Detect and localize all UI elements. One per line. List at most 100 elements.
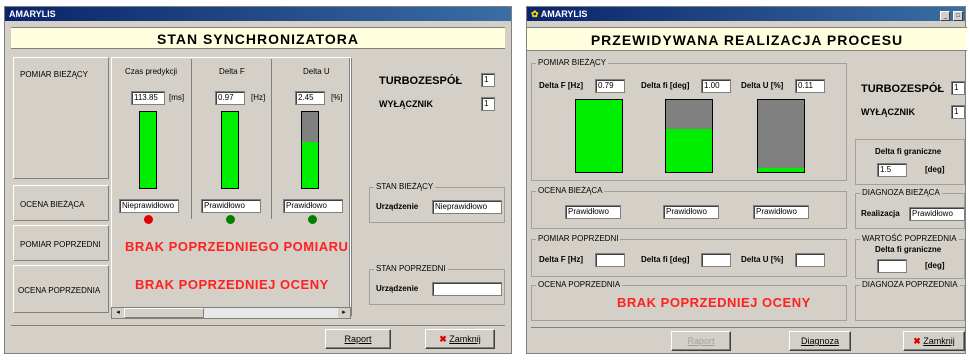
zamknij-button[interactable]: ✖ Zamknij bbox=[425, 329, 495, 349]
col2-led-icon bbox=[226, 215, 235, 224]
r-wartosc-poprzednia-title: WARTOŚĆ POPRZEDNIA bbox=[860, 234, 959, 243]
stan-poprzedni-label: Urządzenie bbox=[376, 284, 419, 293]
r-deltafi-bar bbox=[665, 99, 713, 173]
r-delta-fi-unit: [deg] bbox=[925, 165, 945, 174]
left-header: STAN SYNCHRONIZATORA bbox=[11, 27, 505, 49]
r-close-icon: ✖ bbox=[913, 336, 921, 346]
col1-label: Czas predykcji bbox=[125, 67, 178, 76]
r-zamknij-button[interactable]: ✖ Zamknij bbox=[903, 331, 965, 351]
r-diagnoza-poprzednia-group: DIAGNOZA POPRZEDNIA bbox=[855, 280, 965, 321]
brak-pomiaru-message: BRAK POPRZEDNIEGO POMIARU bbox=[125, 239, 349, 254]
r-ocena-field-3[interactable]: Prawidłowo bbox=[753, 205, 809, 219]
right-titlebar: ✿ AMARYLIS bbox=[527, 7, 965, 21]
divider bbox=[271, 59, 272, 219]
stan-biezacy-group: STAN BIEŻĄCY Urządzenie Nieprawidłowo bbox=[369, 182, 505, 223]
r-zamknij-label: Zamknij bbox=[923, 336, 955, 346]
col2-label: Delta F bbox=[219, 67, 245, 76]
ocena-biezaca-label: OCENA BIEŻĄCA bbox=[20, 200, 85, 209]
scroll-right-icon[interactable]: ▸ bbox=[338, 308, 350, 318]
col3-unit: [%] bbox=[331, 93, 343, 102]
r-prev-deltafi-label: Delta fi [deg] bbox=[641, 255, 690, 264]
r-deltau-field[interactable]: 0.11 bbox=[795, 79, 825, 93]
scroll-thumb[interactable] bbox=[124, 308, 204, 318]
r-wartosc-unit: [deg] bbox=[925, 261, 945, 270]
r-bottom-bar bbox=[531, 327, 965, 351]
r-ocena-poprzednia-title: OCENA POPRZEDNIA bbox=[536, 280, 623, 289]
col1-value[interactable]: 113.85 bbox=[131, 91, 165, 105]
col2-status[interactable]: Prawidłowo bbox=[201, 199, 261, 213]
amarylis-icon: ✿ bbox=[531, 9, 539, 19]
r-deltafi-field[interactable]: 1.00 bbox=[701, 79, 731, 93]
r-wartosc-field[interactable] bbox=[877, 259, 907, 273]
maximize-icon[interactable]: □ bbox=[953, 11, 963, 21]
ocena-poprzednia-label: OCENA POPRZEDNIA bbox=[18, 286, 101, 295]
minimize-icon[interactable]: _ bbox=[940, 11, 951, 21]
r-wartosc-label: Delta fi graniczne bbox=[875, 245, 942, 254]
col3-status[interactable]: Prawidłowo bbox=[283, 199, 343, 213]
r-ocena-field-2[interactable]: Prawidłowo bbox=[663, 205, 719, 219]
right-header: PRZEWIDYWANA REALIZACJA PROCESU bbox=[527, 27, 967, 51]
r-pomiar-poprzedni-title: POMIAR POPRZEDNI bbox=[536, 234, 621, 243]
r-realizacja-label: Realizacja bbox=[861, 209, 900, 218]
col2-value[interactable]: 0.97 bbox=[215, 91, 245, 105]
r-prev-deltaf-label: Delta F [Hz] bbox=[539, 255, 583, 264]
pomiar-poprzedni-section[interactable]: POMIAR POPRZEDNI bbox=[13, 225, 109, 261]
horizontal-scrollbar[interactable]: ◂ ▸ bbox=[111, 307, 351, 319]
ocena-poprzednia-section[interactable]: OCENA POPRZEDNIA bbox=[13, 265, 109, 313]
r-prev-deltau-field[interactable] bbox=[795, 253, 825, 267]
turbozespol-field[interactable]: 1 bbox=[481, 73, 495, 87]
r-turbozespol-label: TURBOZESPÓŁ bbox=[861, 83, 945, 95]
r-prev-deltau-label: Delta U [%] bbox=[741, 255, 784, 264]
close-icon: ✖ bbox=[439, 334, 447, 344]
divider bbox=[191, 59, 192, 219]
r-prev-deltaf-field[interactable] bbox=[595, 253, 625, 267]
pomiar-poprzedni-label: POMIAR POPRZEDNI bbox=[20, 240, 101, 249]
r-brak-oceny-message: BRAK POPRZEDNIEJ OCENY bbox=[617, 295, 811, 310]
r-delta-fi-graniczne-group bbox=[855, 139, 965, 185]
r-pomiar-biezacy-title: POMIAR BIEŻĄCY bbox=[536, 58, 609, 67]
r-raport-button[interactable]: Raport bbox=[671, 331, 731, 351]
r-delta-fi-graniczne-label: Delta fi graniczne bbox=[875, 147, 942, 156]
r-delta-fi-graniczne-field[interactable]: 1.5 bbox=[877, 163, 907, 177]
col3-value[interactable]: 2.45 bbox=[295, 91, 325, 105]
zamknij-button-label: Zamknij bbox=[449, 334, 481, 344]
r-deltaf-bar bbox=[575, 99, 623, 173]
col2-bar bbox=[221, 111, 239, 189]
wylacznik-field[interactable]: 1 bbox=[481, 97, 495, 111]
r-deltaf-field[interactable]: 0.79 bbox=[595, 79, 625, 93]
raport-button[interactable]: Raport bbox=[325, 329, 391, 349]
r-ocena-field-1[interactable]: Prawidłowo bbox=[565, 205, 621, 219]
window-controls: _ □ bbox=[940, 9, 963, 21]
stan-biezacy-field[interactable]: Nieprawidłowo bbox=[432, 200, 502, 214]
col3-bar bbox=[301, 111, 319, 189]
r-prev-deltafi-field[interactable] bbox=[701, 253, 731, 267]
r-deltaf-fill bbox=[576, 100, 622, 172]
r-realizacja-field[interactable]: Prawidłowo bbox=[909, 207, 965, 221]
col3-bar-fill bbox=[302, 142, 318, 188]
pomiar-biezacy-section[interactable]: POMIAR BIEŻĄCY bbox=[13, 57, 109, 179]
r-deltau-fill bbox=[758, 168, 804, 172]
r-diagnoza-biezaca-title: DIAGNOZA BIEŻĄCA bbox=[860, 188, 942, 197]
r-deltau-label: Delta U [%] bbox=[741, 81, 784, 90]
left-window: AMARYLIS STAN SYNCHRONIZATORA POMIAR BIE… bbox=[4, 6, 512, 354]
col1-status[interactable]: Nieprawidłowo bbox=[119, 199, 179, 213]
scroll-left-icon[interactable]: ◂ bbox=[112, 308, 124, 318]
turbozespol-label: TURBOZESPÓŁ bbox=[379, 75, 463, 87]
r-wylacznik-field[interactable]: 1 bbox=[951, 105, 965, 119]
r-diagnoza-label: Diagnoza bbox=[800, 336, 840, 346]
r-diagnoza-button[interactable]: Diagnoza bbox=[789, 331, 851, 351]
ocena-biezaca-section[interactable]: OCENA BIEŻĄCA bbox=[13, 185, 109, 221]
stan-poprzedni-title: STAN POPRZEDNI bbox=[374, 264, 448, 273]
raport-button-label: Raport bbox=[344, 334, 372, 344]
r-raport-label: Raport bbox=[687, 336, 715, 346]
col3-led-icon bbox=[308, 215, 317, 224]
r-deltau-bar bbox=[757, 99, 805, 173]
r-turbozespol-field[interactable]: 1 bbox=[951, 81, 965, 95]
col1-bar bbox=[139, 111, 157, 189]
stan-poprzedni-group: STAN POPRZEDNI Urządzenie bbox=[369, 264, 505, 305]
r-deltafi-label: Delta fi [deg] bbox=[641, 81, 690, 90]
col1-unit: [ms] bbox=[169, 93, 185, 102]
stan-biezacy-label: Urządzenie bbox=[376, 202, 419, 211]
col2-bar-fill bbox=[222, 112, 238, 188]
stan-poprzedni-field[interactable] bbox=[432, 282, 502, 296]
